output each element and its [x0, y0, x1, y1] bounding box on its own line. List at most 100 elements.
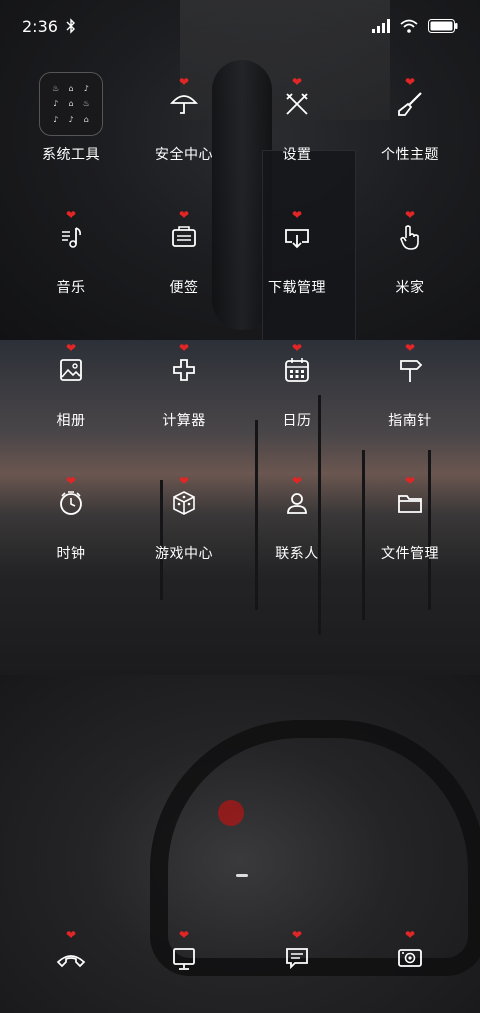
- app-label: 便签: [169, 280, 199, 296]
- umbrella-icon: [169, 89, 199, 119]
- heart-badge: ❤: [404, 928, 416, 942]
- app-game-center[interactable]: ❤ 游戏中心: [124, 471, 244, 581]
- heart-badge: ❤: [178, 474, 190, 488]
- app-icon-wrap: ❤: [39, 471, 103, 535]
- music-icon: [56, 222, 86, 252]
- calendar-icon: [282, 355, 312, 385]
- heart-badge: ❤: [291, 208, 303, 222]
- heart-badge: ❤: [404, 208, 416, 222]
- app-clock[interactable]: ❤ 时钟: [11, 471, 131, 581]
- folder-mini-icon: ⌂: [68, 99, 74, 109]
- app-file-manager[interactable]: ❤ 文件管理: [350, 471, 470, 581]
- heart-badge: ❤: [65, 928, 77, 942]
- app-compass[interactable]: ❤ 指南针: [350, 338, 470, 448]
- app-label: 文件管理: [381, 546, 439, 562]
- battery-icon: [428, 19, 458, 33]
- app-icon-wrap: ❤: [152, 72, 216, 136]
- dock-phone[interactable]: ❤: [11, 925, 131, 985]
- tools-icon: [282, 89, 312, 119]
- app-icon-wrap: ❤: [39, 205, 103, 269]
- folder-mini-icon: ♪: [83, 84, 89, 94]
- app-settings[interactable]: ❤ 设置: [237, 72, 357, 182]
- app-label: 计算器: [162, 413, 206, 429]
- wallpaper-rose: [218, 800, 244, 826]
- heart-badge: ❤: [404, 474, 416, 488]
- app-label: 时钟: [56, 546, 86, 562]
- folder-mini-icon: ♨: [52, 84, 60, 94]
- folder-mini-icon: ⌂: [83, 114, 89, 124]
- heart-badge: ❤: [178, 208, 190, 222]
- app-label: 相册: [56, 413, 86, 429]
- app-label: 联系人: [275, 546, 319, 562]
- status-bar: 2:36: [0, 0, 480, 52]
- app-icon-wrap: ♨ ⌂ ♪ ♪ ⌂ ♨ ♪ ♪ ⌂: [39, 72, 103, 136]
- app-calculator[interactable]: ❤ 计算器: [124, 338, 244, 448]
- app-music[interactable]: ❤ 音乐: [11, 205, 131, 315]
- wifi-icon: [400, 19, 418, 33]
- app-icon-wrap: ❤: [378, 205, 442, 269]
- app-calendar[interactable]: ❤ 日历: [237, 338, 357, 448]
- app-mijia[interactable]: ❤ 米家: [350, 205, 470, 315]
- app-security-center[interactable]: ❤ 安全中心: [124, 72, 244, 182]
- app-contacts[interactable]: ❤ 联系人: [237, 471, 357, 581]
- app-label: 游戏中心: [155, 546, 213, 562]
- folder-mini-icon: ♪: [53, 114, 59, 124]
- heart-badge: ❤: [178, 75, 190, 89]
- folder-mini-icon: ⌂: [68, 84, 74, 94]
- heart-badge: ❤: [291, 474, 303, 488]
- app-icon-wrap: ❤: [265, 72, 329, 136]
- app-icon-wrap: ❤: [152, 925, 216, 989]
- app-icon-wrap: ❤: [265, 925, 329, 989]
- heart-badge: ❤: [178, 928, 190, 942]
- folder-mini-icon: ♨: [82, 99, 90, 109]
- contact-icon: [282, 488, 312, 518]
- status-right: [372, 19, 458, 33]
- calculator-icon: [169, 355, 199, 385]
- status-left: 2:36: [22, 17, 76, 36]
- download-icon: [282, 222, 312, 252]
- app-notes[interactable]: ❤ 便签: [124, 205, 244, 315]
- dock-browser[interactable]: ❤: [124, 925, 244, 985]
- signal-icon: [372, 19, 390, 33]
- heart-badge: ❤: [291, 341, 303, 355]
- heart-badge: ❤: [291, 928, 303, 942]
- app-themes[interactable]: ❤ 个性主题: [350, 72, 470, 182]
- app-icon-wrap: ❤: [378, 471, 442, 535]
- folder-icon[interactable]: ♨ ⌂ ♪ ♪ ⌂ ♨ ♪ ♪ ⌂: [39, 72, 103, 136]
- app-icon-wrap: ❤: [152, 205, 216, 269]
- dock: ❤ ❤ ❤ ❤: [0, 925, 480, 985]
- message-icon: [282, 942, 312, 972]
- app-icon-wrap: ❤: [265, 338, 329, 402]
- heart-badge: ❤: [404, 75, 416, 89]
- app-icon-wrap: ❤: [265, 471, 329, 535]
- app-label: 设置: [282, 147, 312, 163]
- page-indicator[interactable]: [236, 874, 248, 877]
- folder-mini-icon: ♪: [53, 99, 59, 109]
- app-icon-wrap: ❤: [39, 925, 103, 989]
- heart-badge: ❤: [178, 341, 190, 355]
- app-icon-wrap: ❤: [39, 338, 103, 402]
- brush-icon: [395, 89, 425, 119]
- app-icon-wrap: ❤: [378, 72, 442, 136]
- camera-icon: [395, 942, 425, 972]
- dock-camera[interactable]: ❤: [350, 925, 470, 985]
- app-system-tools[interactable]: ♨ ⌂ ♪ ♪ ⌂ ♨ ♪ ♪ ⌂ 系统工具: [11, 72, 131, 182]
- dice-icon: [169, 488, 199, 518]
- bluetooth-icon: [66, 18, 76, 34]
- app-label: 个性主题: [381, 147, 439, 163]
- app-gallery[interactable]: ❤ 相册: [11, 338, 131, 448]
- app-label: 安全中心: [155, 147, 213, 163]
- app-label: 日历: [282, 413, 312, 429]
- notes-icon: [169, 222, 199, 252]
- signpost-icon: [395, 355, 425, 385]
- dock-messages[interactable]: ❤: [237, 925, 357, 985]
- heart-badge: ❤: [404, 341, 416, 355]
- hand-icon: [395, 222, 425, 252]
- heart-badge: ❤: [65, 474, 77, 488]
- app-downloads[interactable]: ❤ 下载管理: [237, 205, 357, 315]
- heart-badge: ❤: [65, 208, 77, 222]
- app-label: 指南针: [388, 413, 432, 429]
- app-label: 下载管理: [268, 280, 326, 296]
- app-label: 音乐: [56, 280, 86, 296]
- app-icon-wrap: ❤: [378, 338, 442, 402]
